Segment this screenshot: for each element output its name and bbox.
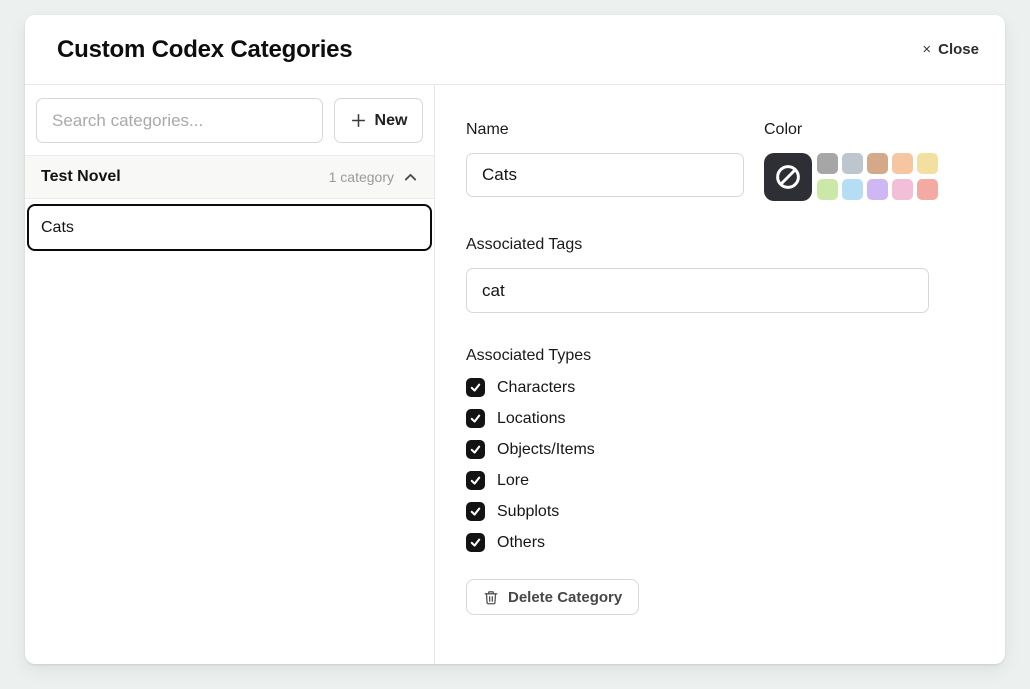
category-item-label: Cats bbox=[41, 219, 74, 237]
type-row-lore[interactable]: Lore bbox=[466, 471, 974, 490]
type-label-characters: Characters bbox=[497, 379, 575, 397]
type-label-subplots: Subplots bbox=[497, 503, 559, 521]
checkbox-subplots[interactable] bbox=[466, 502, 485, 521]
type-row-characters[interactable]: Characters bbox=[466, 378, 974, 397]
novel-group-meta: 1 category bbox=[329, 169, 418, 185]
chevron-up-icon[interactable] bbox=[403, 170, 418, 185]
tags-field-group: Associated Tags bbox=[466, 236, 974, 313]
associated-types-label: Associated Types bbox=[466, 347, 974, 365]
type-row-others[interactable]: Others bbox=[466, 533, 974, 552]
associated-tags-input[interactable] bbox=[466, 268, 929, 313]
color-swatch-10[interactable] bbox=[917, 179, 938, 200]
color-swatch-row bbox=[764, 153, 938, 201]
checkbox-others[interactable] bbox=[466, 533, 485, 552]
search-input[interactable] bbox=[36, 98, 323, 143]
name-color-row: Name Color bbox=[466, 121, 974, 201]
delete-button-label: Delete Category bbox=[508, 589, 622, 606]
close-icon: × bbox=[922, 41, 931, 58]
type-label-locations: Locations bbox=[497, 410, 566, 428]
color-swatch-3[interactable] bbox=[867, 153, 888, 174]
new-button-label: New bbox=[375, 112, 408, 130]
new-category-button[interactable]: New bbox=[334, 98, 423, 143]
color-swatch-grid bbox=[817, 153, 938, 200]
novel-group-title: Test Novel bbox=[41, 168, 121, 186]
trash-icon bbox=[483, 589, 499, 606]
categories-sidebar: New Test Novel 1 category Cats bbox=[25, 85, 435, 664]
type-row-locations[interactable]: Locations bbox=[466, 409, 974, 428]
delete-category-button[interactable]: Delete Category bbox=[466, 579, 639, 615]
type-label-objects-items: Objects/Items bbox=[497, 441, 595, 459]
no-color-swatch[interactable] bbox=[764, 153, 812, 201]
color-swatch-8[interactable] bbox=[867, 179, 888, 200]
color-swatch-5[interactable] bbox=[917, 153, 938, 174]
checkbox-locations[interactable] bbox=[466, 409, 485, 428]
novel-group-header[interactable]: Test Novel 1 category bbox=[25, 155, 434, 199]
color-swatch-6[interactable] bbox=[817, 179, 838, 200]
category-list: Cats bbox=[25, 199, 434, 256]
dialog-body: New Test Novel 1 category Cats bbox=[25, 85, 1005, 664]
close-button[interactable]: × Close bbox=[922, 41, 979, 58]
dialog-header: Custom Codex Categories × Close bbox=[25, 15, 1005, 85]
associated-tags-label: Associated Tags bbox=[466, 236, 974, 254]
category-editor: Name Color bbox=[435, 85, 1005, 664]
check-icon bbox=[469, 474, 482, 487]
check-icon bbox=[469, 536, 482, 549]
custom-codex-categories-dialog: Custom Codex Categories × Close New Test… bbox=[25, 15, 1005, 664]
close-button-label: Close bbox=[938, 41, 979, 58]
no-color-icon bbox=[773, 162, 803, 192]
color-field-group: Color bbox=[764, 121, 938, 201]
dialog-title: Custom Codex Categories bbox=[57, 36, 352, 64]
color-swatch-7[interactable] bbox=[842, 179, 863, 200]
type-label-lore: Lore bbox=[497, 472, 529, 490]
check-icon bbox=[469, 412, 482, 425]
type-row-objects-items[interactable]: Objects/Items bbox=[466, 440, 974, 459]
types-field-group: Associated Types Characters bbox=[466, 347, 974, 552]
color-swatch-9[interactable] bbox=[892, 179, 913, 200]
type-label-others: Others bbox=[497, 534, 545, 552]
checkbox-lore[interactable] bbox=[466, 471, 485, 490]
color-swatch-2[interactable] bbox=[842, 153, 863, 174]
check-icon bbox=[469, 381, 482, 394]
color-swatch-1[interactable] bbox=[817, 153, 838, 174]
check-icon bbox=[469, 505, 482, 518]
category-item-cats[interactable]: Cats bbox=[27, 204, 432, 251]
check-icon bbox=[469, 443, 482, 456]
checkbox-objects-items[interactable] bbox=[466, 440, 485, 459]
type-row-subplots[interactable]: Subplots bbox=[466, 502, 974, 521]
color-swatch-4[interactable] bbox=[892, 153, 913, 174]
name-input[interactable] bbox=[466, 153, 744, 197]
name-field-group: Name bbox=[466, 121, 744, 201]
types-list: Characters Locations bbox=[466, 378, 974, 552]
category-count-badge: 1 category bbox=[329, 169, 394, 185]
color-label: Color bbox=[764, 121, 938, 139]
checkbox-characters[interactable] bbox=[466, 378, 485, 397]
name-label: Name bbox=[466, 121, 744, 139]
plus-icon bbox=[350, 112, 367, 129]
sidebar-toolbar: New bbox=[25, 85, 434, 155]
